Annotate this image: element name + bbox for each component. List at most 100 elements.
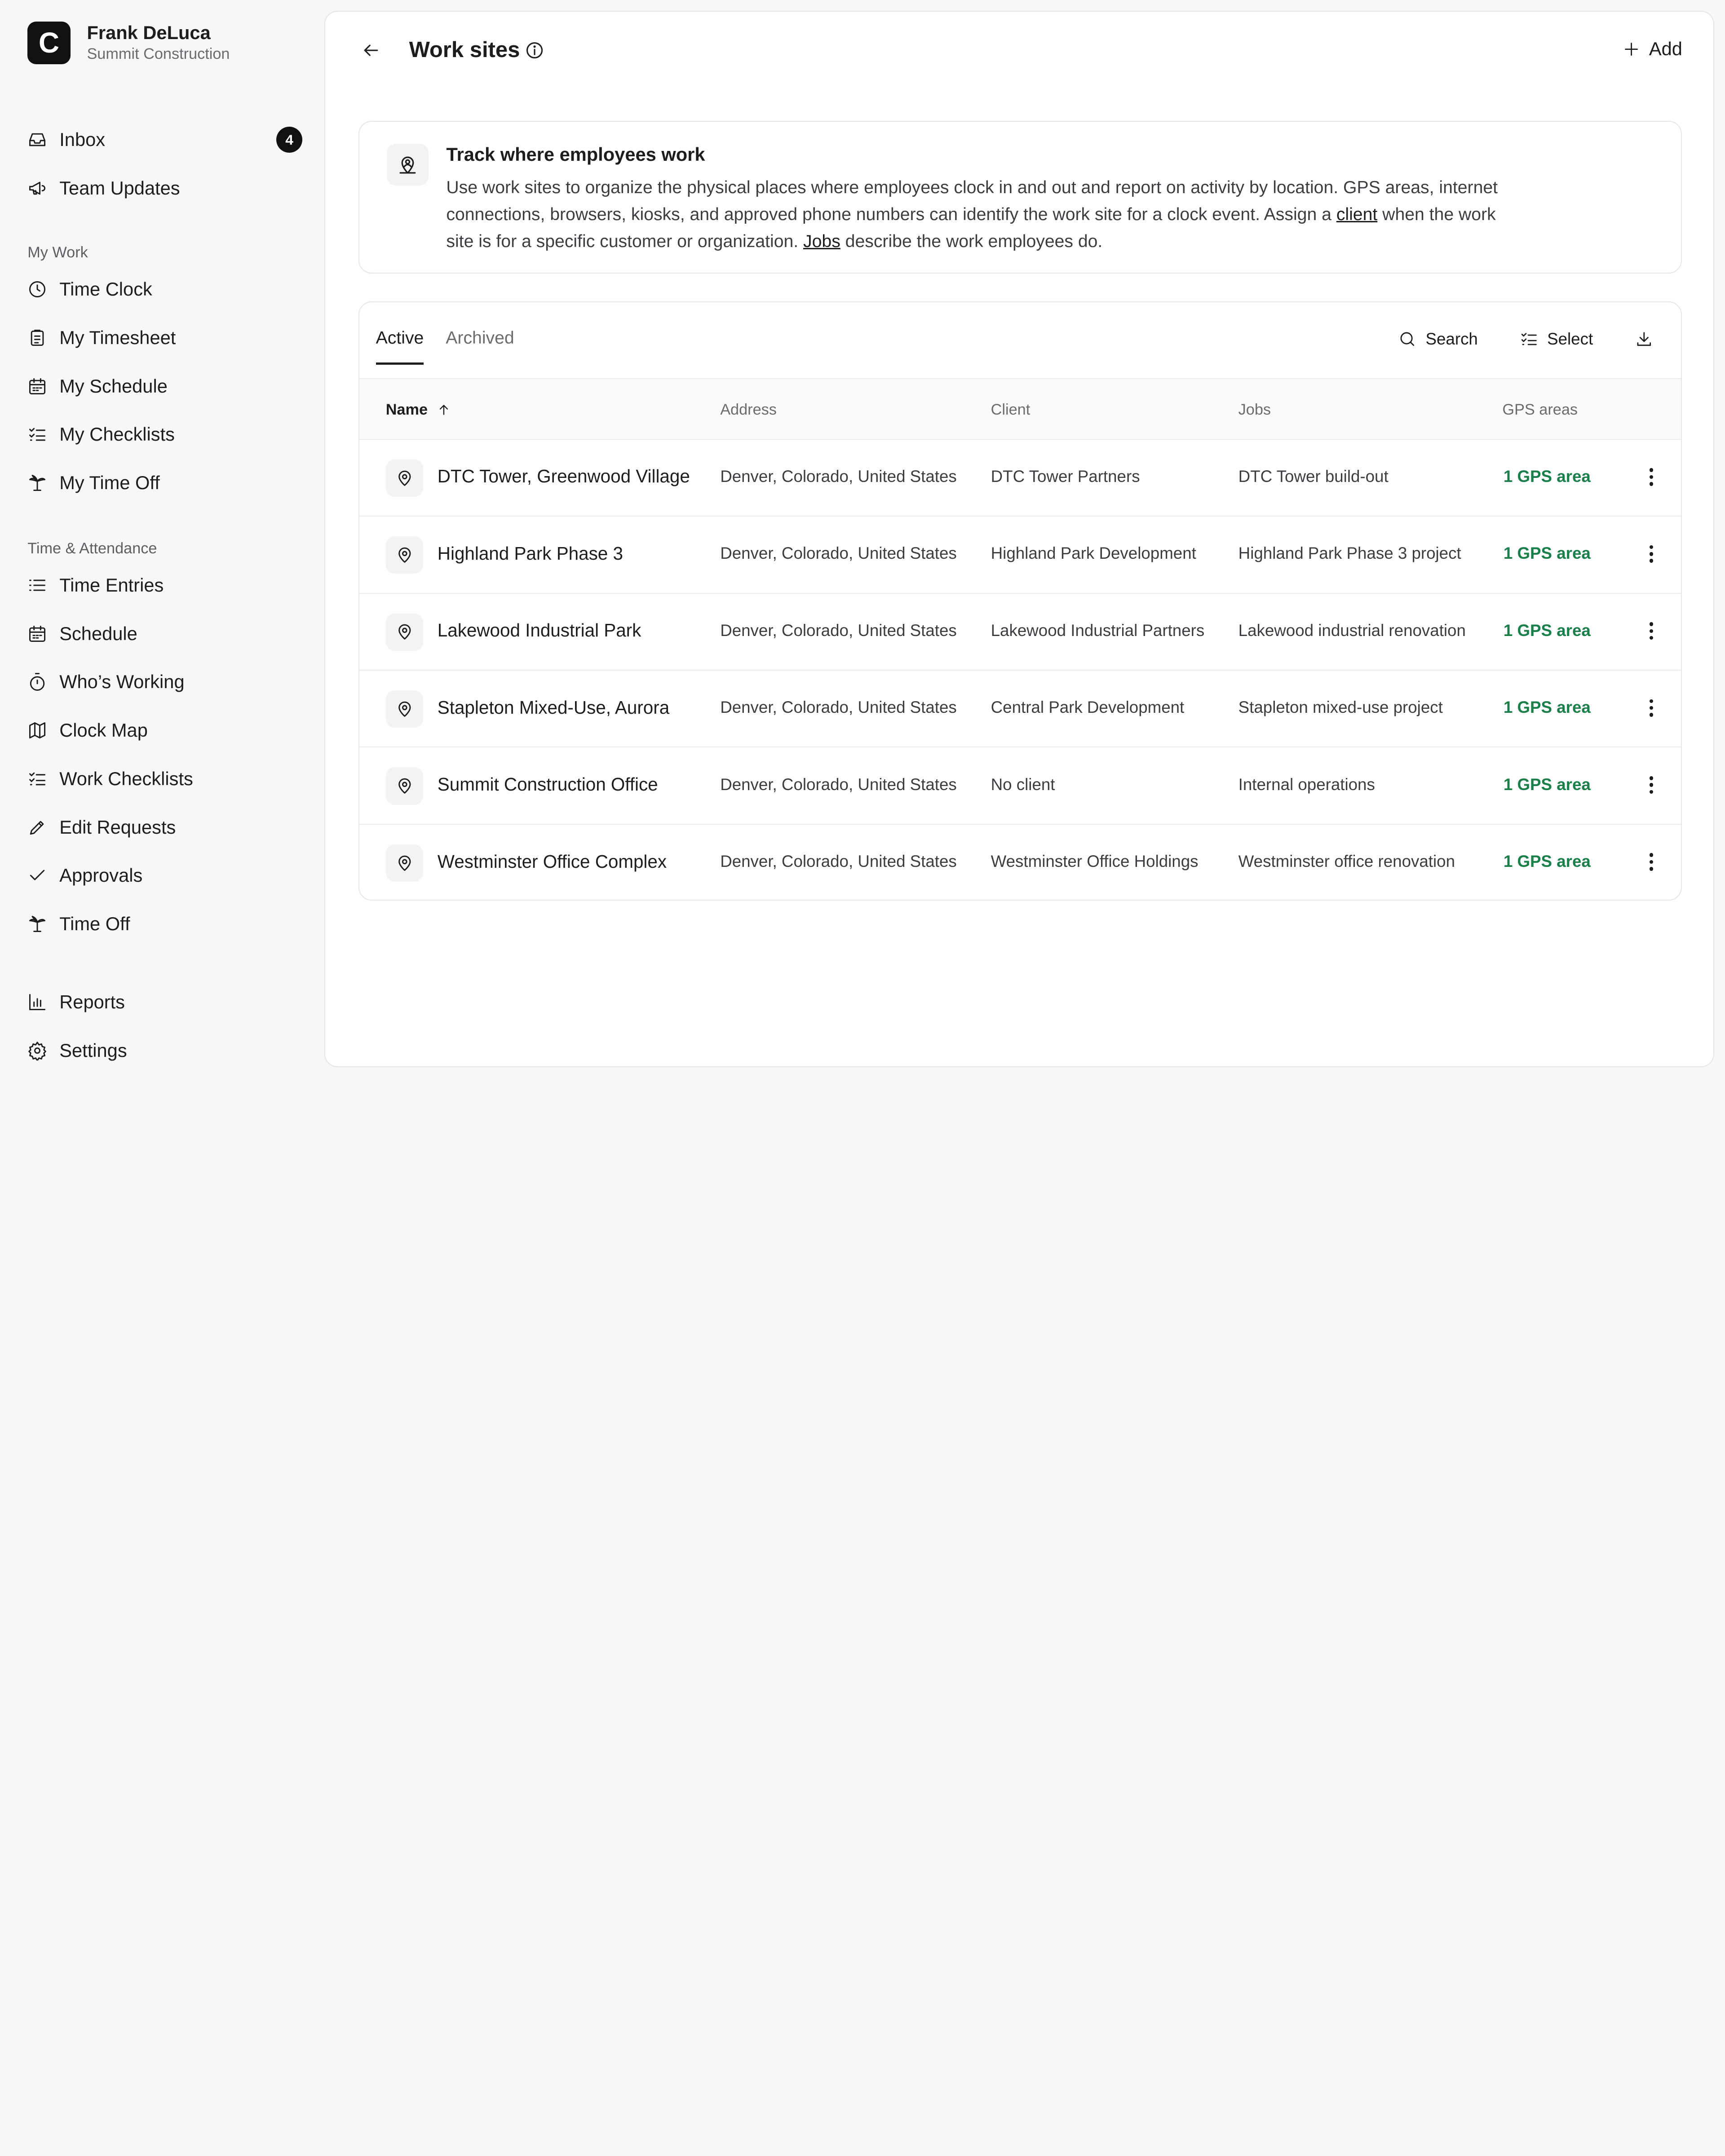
sidebar-item-my-time-off[interactable]: My Time Off	[27, 459, 302, 507]
map-pin-icon	[385, 844, 423, 882]
app-root: C Frank DeLuca Summit Construction Inbox…	[0, 0, 1725, 1078]
sidebar-item-work-checklists[interactable]: Work Checklists	[27, 755, 302, 803]
sidebar-item-inbox[interactable]: Inbox 4	[27, 115, 303, 164]
account-switcher[interactable]: C Frank DeLuca Summit Construction	[27, 21, 324, 65]
check-icon	[27, 866, 47, 885]
map-pin-icon	[385, 459, 423, 497]
more-options-icon[interactable]	[1644, 851, 1659, 873]
search-button[interactable]: Search	[1398, 330, 1478, 349]
search-icon	[1400, 332, 1415, 346]
sidebar-item-label: My Checklists	[59, 424, 175, 445]
more-options-icon[interactable]	[1644, 774, 1659, 796]
table-row[interactable]: Summit Construction Office Denver, Color…	[359, 747, 1681, 825]
table-row[interactable]: Stapleton Mixed-Use, Aurora Denver, Colo…	[359, 671, 1681, 748]
tabs: Active Archived	[376, 302, 536, 379]
sidebar-item-label: Clock Map	[59, 720, 148, 741]
work-site-address: Denver, Colorado, United States	[720, 467, 957, 486]
sidebar-item-approvals[interactable]: Approvals	[27, 851, 302, 900]
back-button[interactable]	[358, 38, 383, 62]
work-site-jobs: Stapleton mixed-use project	[1238, 698, 1443, 717]
table-row[interactable]: Westminster Office Complex Denver, Color…	[359, 825, 1681, 900]
sidebar-item-whos-working[interactable]: Who’s Working	[27, 658, 302, 706]
palm-tree-icon	[27, 914, 47, 934]
add-button[interactable]: Add	[1623, 38, 1682, 60]
search-button-label: Search	[1425, 329, 1478, 348]
sidebar-item-label: Schedule	[59, 623, 137, 644]
download-button[interactable]	[1635, 330, 1654, 349]
work-sites-table-card: Active Archived Search Select Name Addre…	[358, 301, 1682, 901]
tab-archived[interactable]: Archived	[446, 302, 514, 365]
page-title: Work sites	[409, 37, 520, 62]
sidebar-item-edit-requests[interactable]: Edit Requests	[27, 803, 302, 852]
sidebar-item-time-clock[interactable]: Time Clock	[27, 265, 302, 314]
work-site-jobs: Lakewood industrial renovation	[1238, 621, 1466, 640]
sidebar: C Frank DeLuca Summit Construction Inbox…	[0, 0, 324, 1078]
sidebar-item-label: Time Off	[59, 913, 130, 935]
column-header-gps-areas[interactable]: GPS areas	[1502, 401, 1578, 419]
sidebar-item-label: My Timesheet	[59, 327, 176, 348]
select-button[interactable]: Select	[1520, 330, 1593, 349]
work-site-name: DTC Tower, Greenwood Village	[437, 466, 690, 487]
download-icon	[1637, 332, 1651, 346]
account-info: Frank DeLuca Summit Construction	[87, 22, 230, 64]
map-pin-icon	[385, 613, 423, 651]
sidebar-item-label: Inbox	[59, 129, 106, 150]
gear-icon	[27, 1041, 47, 1060]
column-header-client[interactable]: Client	[991, 401, 1031, 419]
sidebar-item-time-off[interactable]: Time Off	[27, 900, 302, 948]
sidebar-item-clock-map[interactable]: Clock Map	[27, 706, 302, 755]
table-row[interactable]: Lakewood Industrial Park Denver, Colorad…	[359, 594, 1681, 671]
jobs-link[interactable]: Jobs	[803, 232, 840, 251]
sidebar-item-reports[interactable]: Reports	[27, 978, 302, 1026]
location-user-icon	[387, 143, 429, 186]
info-icon[interactable]	[525, 40, 544, 60]
column-header-address[interactable]: Address	[720, 401, 777, 419]
work-site-name: Summit Construction Office	[437, 774, 658, 795]
sidebar-item-settings[interactable]: Settings	[27, 1026, 302, 1075]
gps-areas-link[interactable]: 1 GPS area	[1504, 467, 1591, 486]
gps-areas-link[interactable]: 1 GPS area	[1504, 775, 1591, 794]
gps-areas-link[interactable]: 1 GPS area	[1504, 698, 1591, 717]
column-header-name[interactable]: Name	[386, 401, 451, 419]
table-body: DTC Tower, Greenwood Village Denver, Col…	[359, 440, 1681, 900]
gps-areas-link[interactable]: 1 GPS area	[1504, 544, 1591, 563]
tab-active[interactable]: Active	[376, 302, 424, 365]
sidebar-item-my-timesheet[interactable]: My Timesheet	[27, 314, 302, 362]
sidebar-item-time-entries[interactable]: Time Entries	[27, 561, 302, 610]
work-site-jobs: Highland Park Phase 3 project	[1238, 544, 1461, 563]
sidebar-item-team-updates[interactable]: Team Updates	[27, 164, 302, 212]
megaphone-icon	[27, 178, 47, 198]
work-site-name: Westminster Office Complex	[437, 851, 667, 872]
org-name: Summit Construction	[87, 45, 230, 62]
client-link[interactable]: client	[1336, 205, 1377, 224]
column-header-jobs[interactable]: Jobs	[1238, 401, 1271, 419]
arrow-up-icon	[439, 405, 448, 415]
sidebar-item-schedule[interactable]: Schedule	[27, 610, 302, 658]
sidebar-item-label: Time Clock	[59, 278, 152, 300]
column-header-label: Name	[385, 401, 428, 418]
sidebar-item-label: Team Updates	[59, 177, 180, 199]
checklist-icon	[1521, 333, 1537, 345]
work-site-name: Lakewood Industrial Park	[437, 620, 641, 641]
sidebar-item-my-checklists[interactable]: My Checklists	[27, 410, 302, 459]
company-logo: C	[27, 21, 71, 65]
checklist-icon	[27, 769, 47, 789]
gps-areas-link[interactable]: 1 GPS area	[1504, 852, 1591, 871]
work-site-address: Denver, Colorado, United States	[720, 852, 957, 871]
work-site-client: Lakewood Industrial Partners	[991, 621, 1205, 640]
more-options-icon[interactable]	[1644, 466, 1659, 488]
gps-areas-link[interactable]: 1 GPS area	[1504, 621, 1591, 640]
nav-top: Inbox 4 Team Updates	[27, 115, 303, 212]
arrow-left-icon	[364, 44, 378, 56]
more-options-icon[interactable]	[1644, 543, 1659, 565]
more-options-icon[interactable]	[1644, 697, 1659, 719]
sidebar-item-label: Approvals	[59, 865, 143, 886]
work-site-client: Central Park Development	[991, 698, 1185, 717]
work-site-name: Highland Park Phase 3	[437, 543, 623, 564]
table-row[interactable]: DTC Tower, Greenwood Village Denver, Col…	[359, 440, 1681, 517]
list-icon	[27, 575, 47, 595]
nav-my-work: My Work Time Clock My Timesheet My Sched…	[27, 241, 302, 507]
more-options-icon[interactable]	[1644, 620, 1659, 642]
table-row[interactable]: Highland Park Phase 3 Denver, Colorado, …	[359, 517, 1681, 594]
sidebar-item-my-schedule[interactable]: My Schedule	[27, 362, 302, 411]
